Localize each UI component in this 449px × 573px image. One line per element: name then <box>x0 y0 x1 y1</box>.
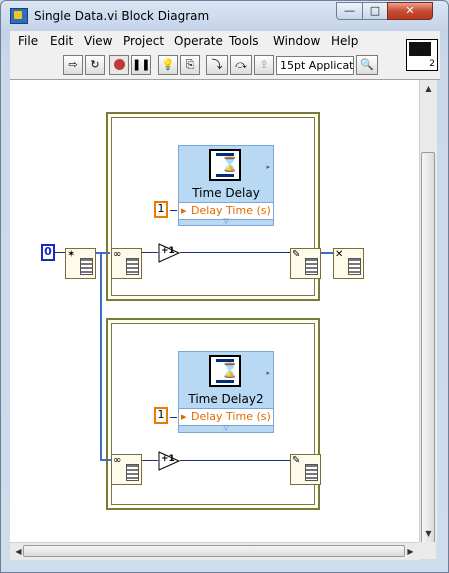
vi-icon-screen <box>409 42 431 56</box>
wire[interactable] <box>170 210 177 211</box>
highlight-execution-icon[interactable]: 💡 <box>158 55 178 75</box>
delay-constant[interactable]: 1 <box>154 201 168 218</box>
glasses-icon: ∞ <box>113 455 122 466</box>
file-icon <box>348 258 361 275</box>
scroll-up-icon[interactable]: ▲ <box>420 80 437 97</box>
title-bar[interactable]: Single Data.vi Block Diagram — □ ✕ <box>1 1 448 31</box>
read-node[interactable]: ∞ <box>111 248 142 279</box>
file-icon <box>305 464 318 481</box>
step-over-icon[interactable]: ⤼ <box>230 55 252 75</box>
wire[interactable] <box>180 460 292 461</box>
block-diagram-canvas[interactable]: 0 ✶ ∞ ✎ ✕ ∞ ✎ +1 +1 ⌛ ▸ Time Delay Delay… <box>10 80 419 542</box>
increment-symbol: +1 <box>161 454 175 464</box>
hourglass-icon: ⌛ <box>209 149 241 181</box>
time-delay2-express-vi[interactable]: ⌛ ▸ Time Delay2 Delay Time (s) ▽ <box>178 351 274 433</box>
menu-help[interactable]: Help <box>331 34 358 48</box>
search-icon[interactable]: 🔍 <box>356 55 378 75</box>
window-title: Single Data.vi Block Diagram <box>34 9 210 23</box>
block-diagram-window: Single Data.vi Block Diagram — □ ✕ File … <box>0 0 449 573</box>
wire[interactable] <box>140 460 158 461</box>
time-delay-express-vi[interactable]: ⌛ ▸ Time Delay Delay Time (s) ▽ <box>178 145 274 226</box>
menu-window[interactable]: Window <box>273 34 320 48</box>
expand-chevron-icon[interactable]: ▽ <box>179 424 273 432</box>
arrow-right-icon: ▸ <box>266 369 270 377</box>
increment-node-2[interactable]: +1 <box>158 451 180 471</box>
abort-icon[interactable] <box>109 55 129 75</box>
toolbar: ⇨ ↻ ❚❚ 💡 ⎘ ⤵ ⤼ ⇪ 15pt Application Font 🔍… <box>10 39 440 80</box>
wire[interactable] <box>320 252 334 254</box>
wire[interactable] <box>140 252 158 253</box>
pencil-icon: ✎ <box>292 249 301 260</box>
wire[interactable] <box>170 417 177 418</box>
increment-node[interactable]: +1 <box>158 243 180 263</box>
close-button[interactable]: ✕ <box>387 2 433 20</box>
close-x-icon: ✕ <box>335 249 344 260</box>
menu-view[interactable]: View <box>84 34 112 48</box>
run-continuously-icon[interactable]: ↻ <box>85 55 105 75</box>
open-file-node[interactable]: ✶ <box>65 248 96 279</box>
menu-tools[interactable]: Tools <box>229 34 259 48</box>
wire[interactable] <box>100 252 102 460</box>
express-vi-label: Time Delay <box>192 186 260 200</box>
step-out-icon[interactable]: ⇪ <box>254 55 274 75</box>
step-into-icon[interactable]: ⤵ <box>206 55 228 75</box>
file-icon <box>80 258 93 275</box>
write-node-2[interactable]: ✎ <box>290 454 321 485</box>
write-node[interactable]: ✎ <box>290 248 321 279</box>
run-arrow-icon[interactable]: ⇨ <box>63 55 83 75</box>
retain-wire-values-icon[interactable]: ⎘ <box>180 55 200 75</box>
vi-icon[interactable]: 2 <box>406 39 438 71</box>
wire[interactable] <box>180 252 292 253</box>
file-icon <box>126 464 139 481</box>
vi-icon-digit: 2 <box>429 59 435 69</box>
menu-operate[interactable]: Operate <box>174 34 223 48</box>
minimize-button[interactable]: — <box>336 2 363 20</box>
menu-file[interactable]: File <box>18 34 38 48</box>
glasses-icon: ∞ <box>113 249 122 260</box>
read-node-2[interactable]: ∞ <box>111 454 142 485</box>
vertical-scroll-thumb[interactable] <box>421 152 435 546</box>
scroll-down-icon[interactable]: ▼ <box>420 525 437 542</box>
file-icon <box>126 258 139 275</box>
arrow-right-icon: ▸ <box>266 163 270 171</box>
hourglass-icon: ⌛ <box>209 355 241 387</box>
input-constant[interactable]: 0 <box>41 244 55 261</box>
labview-app-icon <box>10 8 28 24</box>
pencil-icon: ✎ <box>292 455 301 466</box>
menu-bar: File Edit View Project Operate Tools Win… <box>10 31 440 51</box>
file-icon <box>305 258 318 275</box>
menu-edit[interactable]: Edit <box>50 34 73 48</box>
expand-chevron-icon[interactable]: ▽ <box>179 217 273 225</box>
horizontal-scroll-thumb[interactable] <box>23 545 405 557</box>
font-select[interactable]: 15pt Application Font <box>276 56 354 75</box>
delay-constant-2[interactable]: 1 <box>154 407 168 424</box>
vertical-scrollbar[interactable]: ▲ ▼ <box>419 80 437 546</box>
increment-symbol: +1 <box>161 246 175 256</box>
wire[interactable] <box>96 252 110 254</box>
pause-icon[interactable]: ❚❚ <box>131 55 151 75</box>
open-icon: ✶ <box>67 249 76 260</box>
maximize-button[interactable]: □ <box>362 2 388 20</box>
resize-grip[interactable] <box>419 542 436 559</box>
close-file-node[interactable]: ✕ <box>333 248 364 279</box>
express-vi-label: Time Delay2 <box>188 392 264 406</box>
horizontal-scrollbar[interactable]: ◀ ▶ <box>10 542 419 560</box>
scroll-right-icon[interactable]: ▶ <box>402 543 419 560</box>
menu-project[interactable]: Project <box>123 34 164 48</box>
